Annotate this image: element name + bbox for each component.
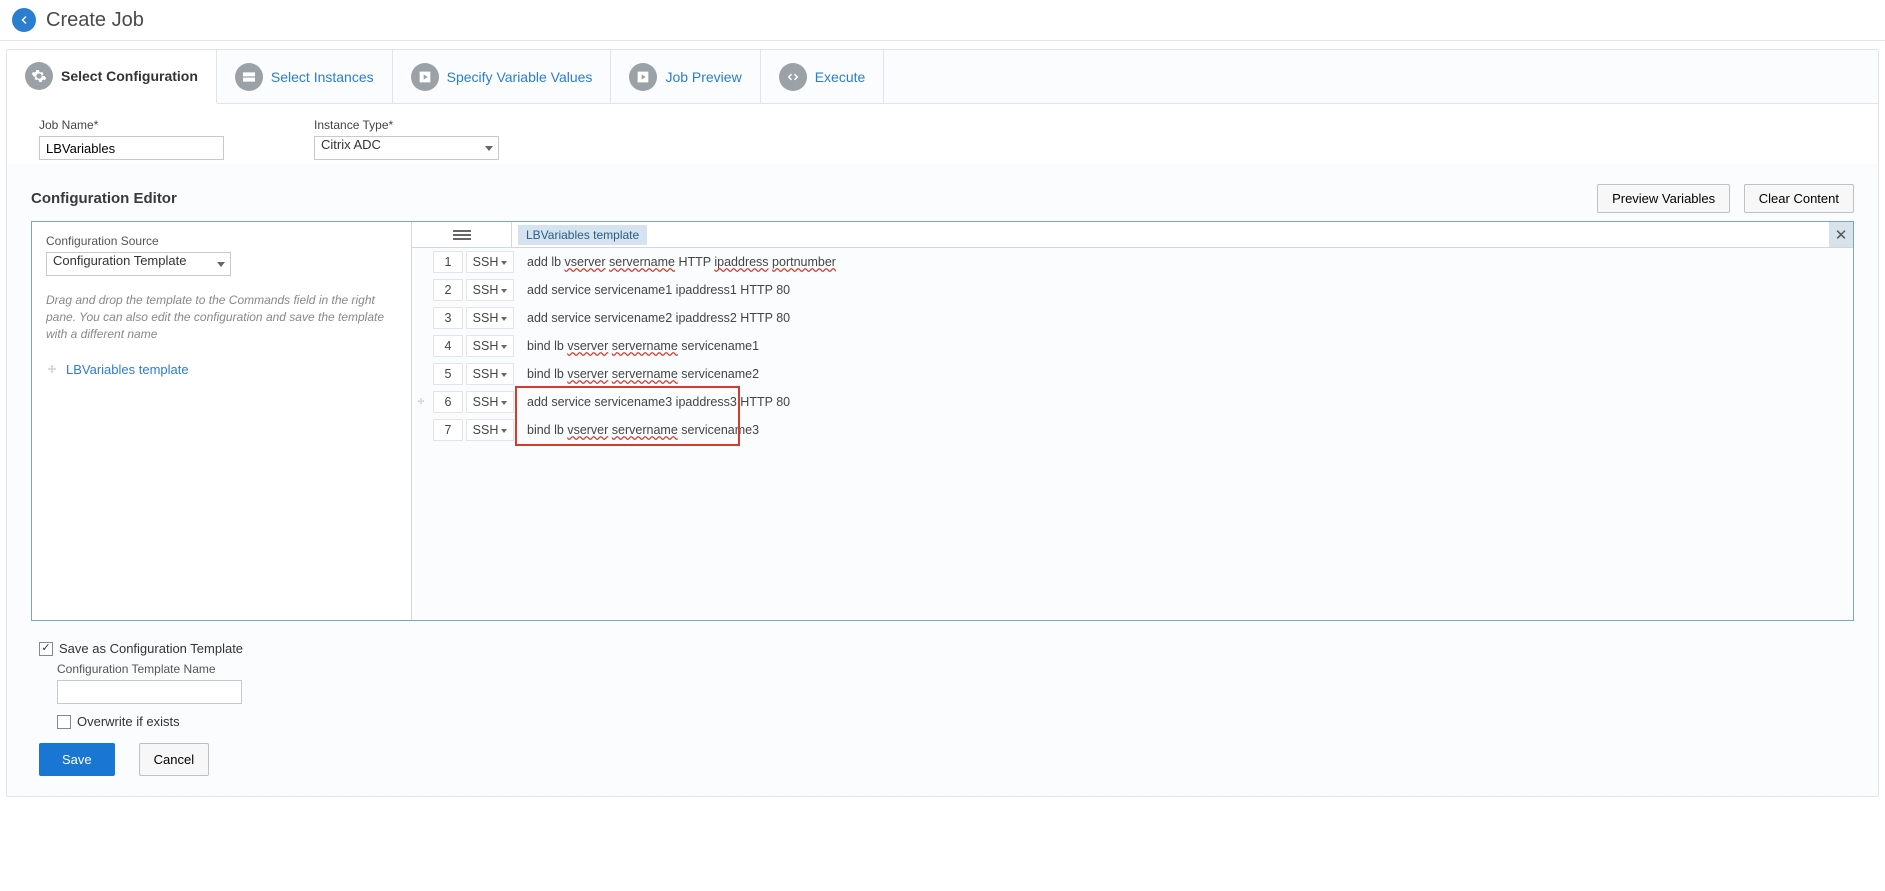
command-row[interactable]: 7SSHbind lb vserver servername servicena… [412, 416, 1853, 444]
preview-variables-button[interactable]: Preview Variables [1597, 184, 1730, 213]
tab-label: Select Instances [271, 69, 374, 85]
config-source-label: Configuration Source [46, 234, 397, 248]
line-number: 4 [433, 335, 463, 357]
save-as-template-label: Save as Configuration Template [59, 641, 243, 656]
tab-specify-variables[interactable]: Specify Variable Values [393, 50, 612, 103]
mode-select[interactable]: SSH [466, 391, 514, 413]
job-name-input[interactable] [39, 136, 224, 160]
editor-tab-chip[interactable]: LBVariables template [518, 225, 647, 245]
line-number: 2 [433, 279, 463, 301]
help-text: Drag and drop the template to the Comman… [46, 292, 397, 342]
template-name-input[interactable] [57, 680, 242, 704]
overwrite-checkbox[interactable] [57, 715, 71, 729]
instance-type-label: Instance Type* [314, 118, 499, 132]
command-row[interactable]: 6SSHadd service servicename3 ipaddress3 … [412, 388, 1853, 416]
command-text[interactable]: add service servicename2 ipaddress2 HTTP… [517, 311, 1853, 325]
close-tab-button[interactable]: ✕ [1829, 222, 1853, 247]
editor-title: Configuration Editor [31, 190, 177, 207]
overwrite-label: Overwrite if exists [77, 714, 180, 729]
mode-select[interactable]: SSH [466, 419, 514, 441]
cancel-button[interactable]: Cancel [139, 743, 209, 776]
tab-execute[interactable]: Execute [761, 50, 885, 103]
line-number: 1 [433, 251, 463, 273]
command-text[interactable]: add lb vserver servername HTTP ipaddress… [517, 255, 1853, 269]
server-icon [235, 63, 263, 91]
move-icon [46, 364, 58, 376]
drag-handle-icon[interactable] [412, 397, 430, 407]
command-row[interactable]: 5SSHbind lb vserver servername servicena… [412, 360, 1853, 388]
play-box-icon [411, 63, 439, 91]
gear-icon [25, 62, 53, 90]
template-item[interactable]: LBVariables template [46, 362, 397, 377]
code-icon [779, 63, 807, 91]
wizard-tabs: Select Configuration Select Instances Sp… [7, 50, 1878, 104]
command-text[interactable]: bind lb vserver servername servicename2 [517, 367, 1853, 381]
instance-type-select[interactable]: Citrix ADC [314, 136, 499, 160]
command-list: 1SSHadd lb vserver servername HTTP ipadd… [412, 248, 1853, 620]
line-number: 3 [433, 307, 463, 329]
tab-label: Select Configuration [61, 68, 198, 84]
command-row[interactable]: 3SSHadd service servicename2 ipaddress2 … [412, 304, 1853, 332]
tab-label: Job Preview [665, 69, 741, 85]
hamburger-icon[interactable] [453, 228, 471, 242]
back-button[interactable] [12, 8, 36, 32]
command-text[interactable]: add service servicename1 ipaddress1 HTTP… [517, 283, 1853, 297]
command-text[interactable]: bind lb vserver servername servicename1 [517, 339, 1853, 353]
clear-content-button[interactable]: Clear Content [1744, 184, 1854, 213]
tab-select-configuration[interactable]: Select Configuration [7, 50, 217, 104]
command-text[interactable]: add service servicename3 ipaddress3 HTTP… [517, 395, 1853, 409]
template-name-label: Configuration Template Name [57, 662, 1846, 676]
command-row[interactable]: 2SSHadd service servicename1 ipaddress1 … [412, 276, 1853, 304]
page-title: Create Job [46, 9, 144, 32]
config-source-select[interactable]: Configuration Template [46, 252, 231, 276]
line-number: 6 [433, 391, 463, 413]
tab-label: Specify Variable Values [447, 69, 593, 85]
mode-select[interactable]: SSH [466, 279, 514, 301]
mode-select[interactable]: SSH [466, 363, 514, 385]
tab-label: Execute [815, 69, 866, 85]
save-as-template-checkbox[interactable] [39, 642, 53, 656]
template-item-label: LBVariables template [66, 362, 189, 377]
mode-select[interactable]: SSH [466, 335, 514, 357]
line-number: 7 [433, 419, 463, 441]
line-number: 5 [433, 363, 463, 385]
command-row[interactable]: 1SSHadd lb vserver servername HTTP ipadd… [412, 248, 1853, 276]
save-button[interactable]: Save [39, 743, 115, 776]
tab-select-instances[interactable]: Select Instances [217, 50, 393, 103]
tab-job-preview[interactable]: Job Preview [611, 50, 760, 103]
job-name-label: Job Name* [39, 118, 224, 132]
mode-select[interactable]: SSH [466, 307, 514, 329]
command-text[interactable]: bind lb vserver servername servicename3 [517, 423, 1853, 437]
preview-icon [629, 63, 657, 91]
command-row[interactable]: 4SSHbind lb vserver servername servicena… [412, 332, 1853, 360]
mode-select[interactable]: SSH [466, 251, 514, 273]
